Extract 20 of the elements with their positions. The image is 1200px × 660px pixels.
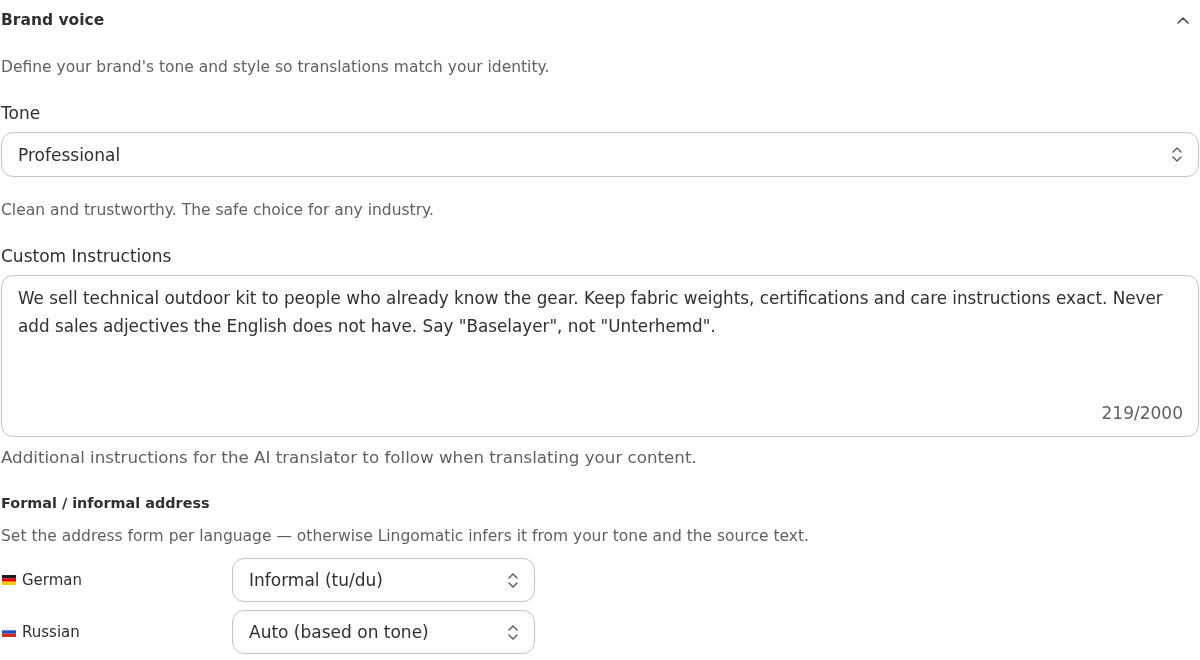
language-name: German [22,570,83,590]
character-count: 219/2000 [1101,403,1183,423]
up-down-chevron-icon [1172,147,1182,162]
tone-description: Clean and trustworthy. The safe choice for any industry. [1,200,435,220]
address-form-description: Set the address form per language — otherwise Lingomatic infers it from your tone and the source text. [1,526,810,546]
up-down-chevron-icon [508,572,518,588]
section-title: Brand voice [1,10,105,30]
tone-label: Tone [1,102,42,124]
up-down-chevron-icon [508,624,518,640]
address-form-select[interactable]: Auto (based on tone) [232,610,535,654]
custom-instructions-label: Custom Instructions [1,245,173,267]
flag-icon [2,575,16,585]
flag-icon [2,627,16,637]
address-form-title: Formal / informal address [1,494,211,513]
section-description: Define your brand's tone and style so translations match your identity. [1,57,551,77]
chevron-up-icon [1177,16,1189,24]
custom-instructions-help: Additional instructions for the AI translator to follow when translating your content. [1,446,698,468]
address-form-select[interactable]: Informal (tu/du) [232,558,535,602]
tone-select[interactable]: Professional [1,132,1199,177]
language-name: Russian [22,622,80,642]
